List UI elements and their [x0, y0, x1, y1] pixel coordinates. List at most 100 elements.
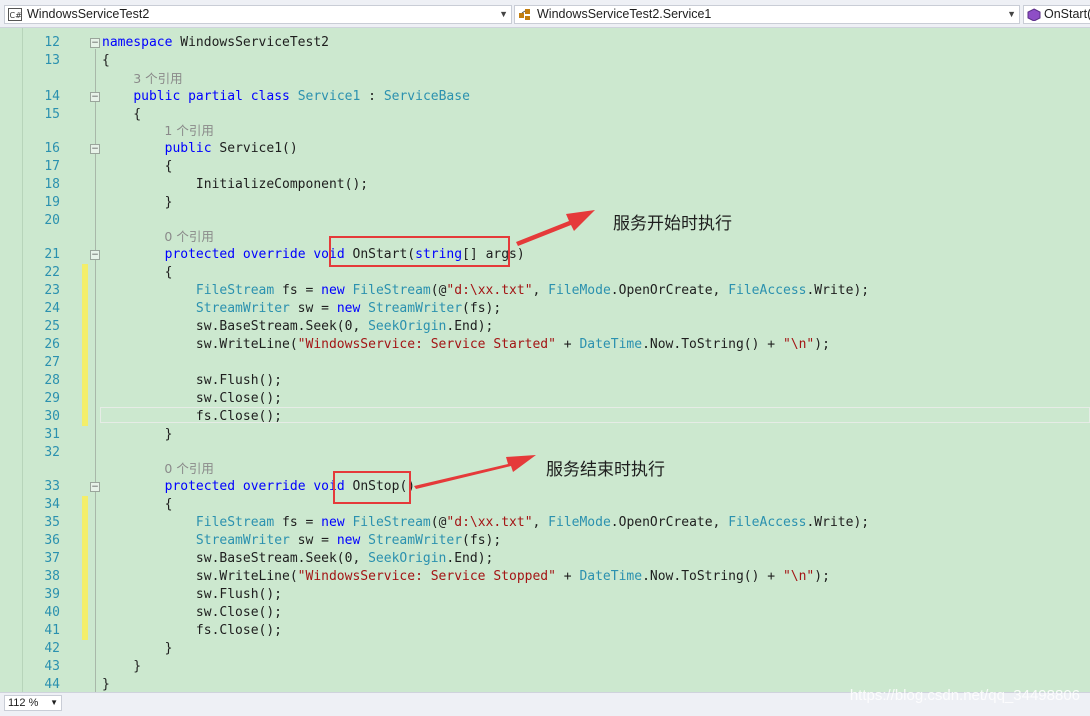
code-text: namespace WindowsServiceTest2: [102, 35, 329, 50]
line-number: 12: [44, 35, 60, 50]
code-line[interactable]: 28 sw.Flush();: [0, 372, 1090, 390]
code-line[interactable]: 21− protected override void OnStart(stri…: [0, 246, 1090, 264]
line-number: 40: [44, 605, 60, 620]
line-number: 28: [44, 373, 60, 388]
current-line-highlight: [100, 407, 1090, 423]
line-number: 42: [44, 641, 60, 656]
code-line[interactable]: 16 − public Service1(): [0, 140, 1090, 158]
method-icon: [1027, 8, 1041, 21]
codelens-reference-count[interactable]: 0 个引用: [164, 462, 213, 476]
line-number: 25: [44, 319, 60, 334]
code-line[interactable]: 39 sw.Flush();: [0, 586, 1090, 604]
status-bar: 112 % ▼ https://blog.csdn.net/qq_3449880…: [0, 687, 1090, 716]
line-number: 24: [44, 301, 60, 316]
onstart-highlight-box: [329, 236, 510, 267]
code-line[interactable]: 33− protected override void OnStop(): [0, 478, 1090, 496]
code-line[interactable]: 22 {: [0, 264, 1090, 282]
line-number: 13: [44, 53, 60, 68]
change-marker: [82, 390, 88, 408]
change-marker: [82, 586, 88, 604]
code-line[interactable]: 26 sw.WriteLine("WindowsService: Service…: [0, 336, 1090, 354]
code-line[interactable]: 15 {: [0, 106, 1090, 124]
collapse-icon[interactable]: −: [90, 38, 100, 48]
change-marker: [82, 514, 88, 532]
zoom-dropdown[interactable]: 112 % ▼: [4, 695, 62, 711]
code-line[interactable]: 36 StreamWriter sw = new StreamWriter(fs…: [0, 532, 1090, 550]
line-number: 16: [44, 141, 60, 156]
code-line[interactable]: 42 }: [0, 640, 1090, 658]
code-line[interactable]: 27: [0, 354, 1090, 372]
code-line[interactable]: 20: [0, 212, 1090, 230]
code-line[interactable]: 37 sw.BaseStream.Seek(0, SeekOrigin.End)…: [0, 550, 1090, 568]
code-line[interactable]: 23 FileStream fs = new FileStream(@"d:\x…: [0, 282, 1090, 300]
code-text: sw.BaseStream.Seek(0, SeekOrigin.End);: [102, 551, 494, 566]
code-line[interactable]: 35 FileStream fs = new FileStream(@"d:\x…: [0, 514, 1090, 532]
line-number: 14: [44, 89, 60, 104]
code-editor[interactable]: 12− namespace WindowsServiceTest2 13{14− p…: [0, 28, 1090, 692]
line-number: 29: [44, 391, 60, 406]
code-line[interactable]: 19 }: [0, 194, 1090, 212]
codelens-reference-count[interactable]: 1 个引用: [164, 124, 213, 138]
code-text: StreamWriter sw = new StreamWriter(fs);: [195, 533, 502, 548]
code-text: fs.Close();: [102, 623, 283, 638]
collapse-icon[interactable]: −: [90, 144, 100, 154]
line-number: 36: [44, 533, 60, 548]
codelens-reference-count[interactable]: 3 个引用: [133, 72, 182, 86]
code-line[interactable]: 32: [0, 444, 1090, 462]
code-text: {: [102, 53, 110, 68]
code-text: sw.WriteLine("WindowsService: Service St…: [102, 569, 830, 584]
code-text: InitializeComponent();: [102, 177, 369, 192]
onstop-annotation: 服务结束时执行: [546, 460, 665, 480]
project-dropdown[interactable]: C# WindowsServiceTest2 ▼: [4, 5, 512, 24]
line-number: 35: [44, 515, 60, 530]
line-number: 19: [44, 195, 60, 210]
codelens-reference-count[interactable]: 0 个引用: [164, 230, 213, 244]
code-text: sw.Close();: [102, 605, 283, 620]
code-line[interactable]: 13 {: [0, 52, 1090, 70]
code-line[interactable]: 40 sw.Close();: [0, 604, 1090, 622]
code-text: StreamWriter sw = new StreamWriter(fs);: [195, 301, 502, 316]
code-line[interactable]: 25 sw.BaseStream.Seek(0, SeekOrigin.End)…: [0, 318, 1090, 336]
change-marker: [82, 300, 88, 318]
chevron-down-icon: ▼: [499, 9, 508, 19]
code-text: public Service1(): [164, 141, 298, 156]
line-number: 41: [44, 623, 60, 638]
chevron-down-icon: ▼: [1007, 9, 1016, 19]
line-number: 22: [44, 265, 60, 280]
onstart-annotation: 服务开始时执行: [613, 214, 732, 234]
code-line[interactable]: 38 sw.WriteLine("WindowsService: Service…: [0, 568, 1090, 586]
collapse-icon[interactable]: −: [90, 92, 100, 102]
code-text: sw.Flush();: [102, 587, 283, 602]
code-line[interactable]: 43 }: [0, 658, 1090, 676]
code-line[interactable]: 18 InitializeComponent();: [0, 176, 1090, 194]
line-number: 23: [44, 283, 60, 298]
change-marker: [82, 550, 88, 568]
member-dropdown[interactable]: OnStart(s: [1023, 5, 1090, 24]
change-marker: [82, 408, 88, 426]
code-text: }: [102, 427, 173, 442]
line-number: 15: [44, 107, 60, 122]
code-line[interactable]: 34 {: [0, 496, 1090, 514]
line-number: 43: [44, 659, 60, 674]
code-line[interactable]: 12 − namespace WindowsServiceTest2: [0, 34, 1090, 52]
code-line[interactable]: 31 }: [0, 426, 1090, 444]
code-line[interactable]: 29 sw.Close();: [0, 390, 1090, 408]
code-text: }: [102, 641, 173, 656]
code-line[interactable]: 41 fs.Close();: [0, 622, 1090, 640]
line-number: 33: [44, 479, 60, 494]
line-number: 26: [44, 337, 60, 352]
code-line[interactable]: 14 − public partial class Service1 : Serv…: [0, 88, 1090, 106]
code-line[interactable]: 17 {: [0, 158, 1090, 176]
class-dropdown[interactable]: WindowsServiceTest2.Service1 ▼: [514, 5, 1020, 24]
change-marker: [82, 532, 88, 550]
code-text: }: [102, 195, 173, 210]
line-number: 38: [44, 569, 60, 584]
code-text: sw.Flush();: [102, 373, 283, 388]
class-icon: [519, 9, 530, 20]
collapse-icon[interactable]: −: [90, 250, 100, 260]
change-marker: [82, 372, 88, 390]
collapse-icon[interactable]: −: [90, 482, 100, 492]
code-text: {: [102, 107, 142, 122]
code-line[interactable]: 24 StreamWriter sw = new StreamWriter(fs…: [0, 300, 1090, 318]
line-number: 30: [44, 409, 60, 424]
